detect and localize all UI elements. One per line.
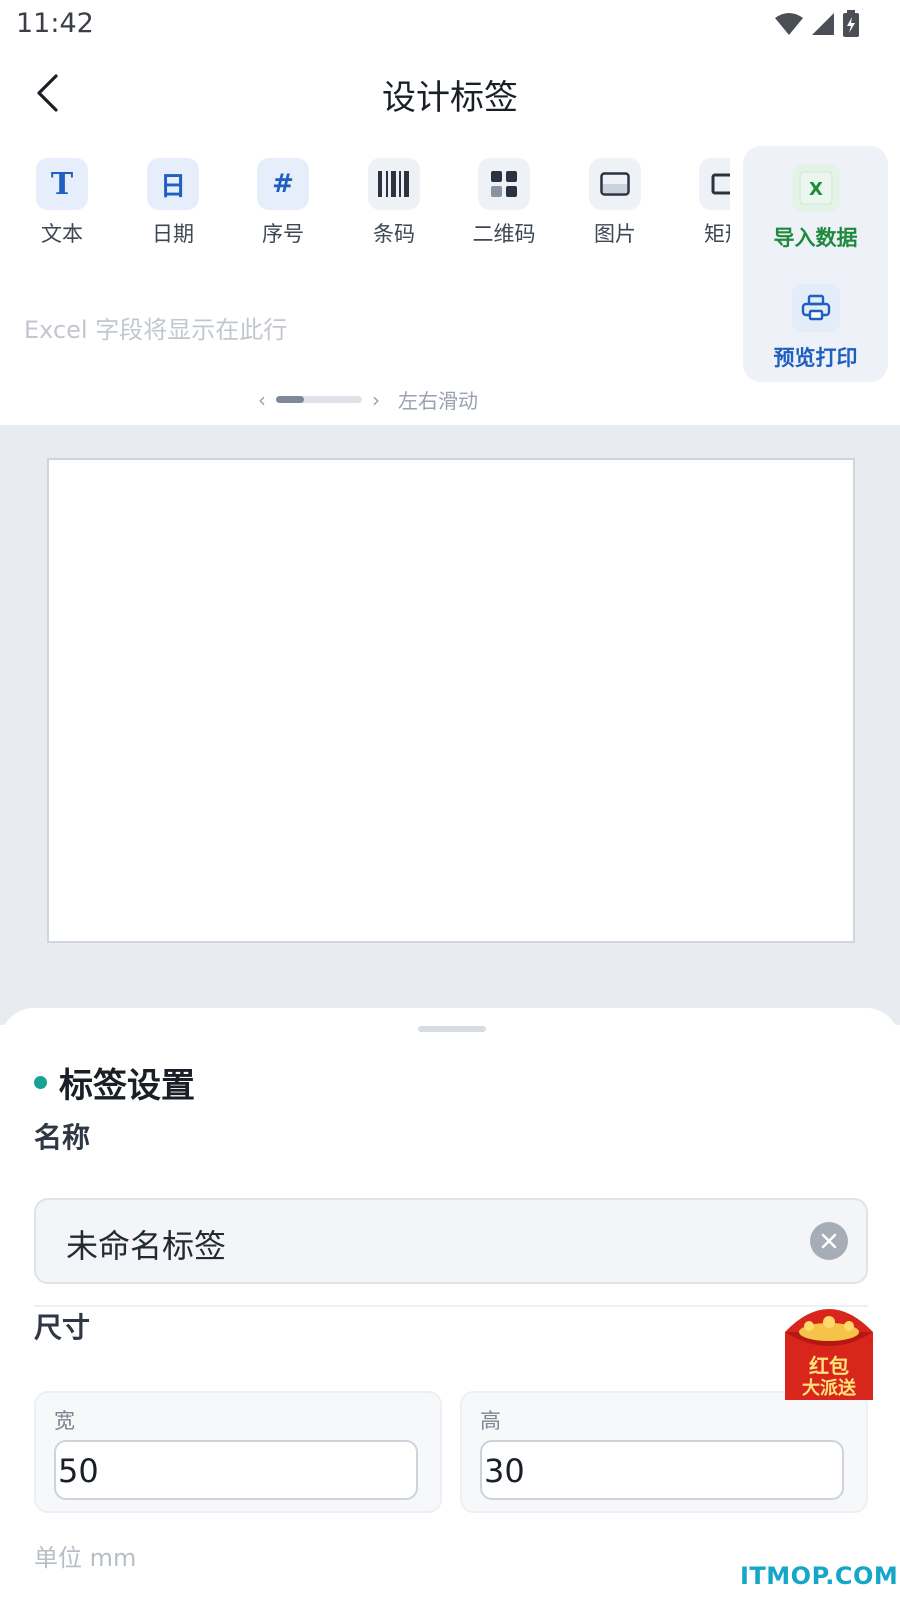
tool-rectangle[interactable]: 矩形 (670, 150, 730, 250)
page-title: 设计标签 (382, 78, 518, 118)
svg-text:X: X (809, 179, 823, 200)
scroll-left-arrow: ‹ (258, 387, 266, 412)
width-value[interactable]: 50 (58, 1452, 99, 1490)
width-input[interactable]: 50 (54, 1440, 418, 1500)
tool-text[interactable]: T 文本 (7, 150, 117, 250)
tool-label: 文本 (41, 222, 83, 246)
name-label: 名称 (34, 1121, 91, 1154)
tool-label: 二维码 (472, 222, 536, 246)
barcode-icon (368, 158, 420, 210)
status-icons (774, 10, 860, 38)
status-time: 11:42 (16, 8, 94, 39)
red-packet-line2: 大派送 (802, 1378, 856, 1399)
label-canvas[interactable] (47, 458, 855, 943)
sheet-drag-handle[interactable] (418, 1026, 486, 1032)
name-input[interactable]: 未命名标签 (34, 1198, 868, 1284)
signal-icon (812, 13, 834, 35)
import-data-button[interactable]: X 导入数据 (743, 164, 888, 252)
date-icon: 日 (147, 158, 199, 210)
scroll-right-arrow: › (372, 387, 380, 412)
watermark: ITMOP.COM (740, 1562, 899, 1590)
battery-icon (843, 10, 859, 37)
design-canvas-area (0, 425, 900, 1025)
tool-qrcode[interactable]: 二维码 (449, 150, 559, 250)
width-caption: 宽 (54, 1409, 75, 1433)
height-caption: 高 (480, 1409, 501, 1433)
tool-date[interactable]: 日 日期 (118, 150, 228, 250)
tool-label: 日期 (152, 222, 194, 246)
tool-label: 序号 (262, 222, 304, 246)
height-input[interactable]: 30 (480, 1440, 844, 1500)
app-header: 设计标签 (0, 50, 900, 135)
import-data-label: 导入数据 (773, 226, 858, 250)
status-bar: 11:42 (0, 0, 900, 50)
red-packet-promo[interactable]: 红包 大派送 (785, 1302, 873, 1400)
tool-serial-number[interactable]: # 序号 (228, 150, 338, 250)
unit-note: 单位 mm (34, 1544, 137, 1572)
divider (34, 1305, 868, 1307)
height-card: 高 30 (460, 1391, 868, 1513)
tool-label: 图片 (594, 222, 636, 246)
rectangle-icon (699, 158, 730, 210)
tool-label: 条码 (373, 222, 415, 246)
tool-image[interactable]: 图片 (560, 150, 670, 250)
preview-print-label: 预览打印 (773, 346, 858, 370)
wifi-icon (775, 13, 803, 35)
image-icon (589, 158, 641, 210)
height-value[interactable]: 30 (484, 1452, 525, 1490)
preview-print-button[interactable]: 预览打印 (743, 284, 888, 372)
qrcode-icon (478, 158, 530, 210)
element-toolbar[interactable]: T 文本 日 日期 # 序号 条码 二维码 图片 矩形 (0, 150, 730, 250)
section-dot (34, 1076, 47, 1089)
text-icon: T (36, 158, 88, 210)
excel-field-hint: Excel 字段将显示在此行 (24, 316, 288, 344)
size-label: 尺寸 (34, 1311, 91, 1344)
scroll-hint: ‹ › 左右滑动 (258, 385, 478, 414)
section-title: 标签设置 (34, 1058, 195, 1107)
scroll-track[interactable] (276, 396, 362, 403)
printer-icon (791, 284, 840, 332)
tool-barcode[interactable]: 条码 (339, 150, 449, 250)
close-icon (821, 1233, 837, 1249)
width-card: 宽 50 (34, 1391, 442, 1513)
action-panel: X 导入数据 预览打印 (743, 146, 888, 382)
tool-label: 矩形 (704, 222, 730, 246)
excel-icon: X (791, 164, 840, 212)
serial-number-icon: # (257, 158, 309, 210)
clear-button[interactable] (810, 1222, 848, 1260)
name-input-value[interactable]: 未命名标签 (66, 1221, 226, 1267)
scroll-thumb[interactable] (276, 396, 305, 403)
settings-sheet: 标签设置 名称 未命名标签 尺寸 宽 50 高 30 单位 mm (0, 1008, 900, 1600)
section-title-text: 标签设置 (59, 1066, 195, 1106)
scroll-hint-text: 左右滑动 (398, 389, 478, 413)
